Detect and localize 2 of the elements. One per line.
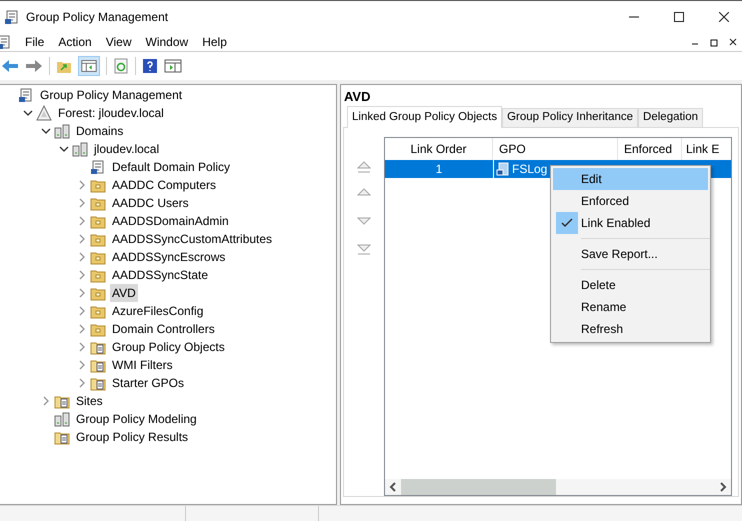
window-title: Group Policy Management — [26, 8, 168, 26]
section-heading: AVD — [343, 88, 372, 105]
